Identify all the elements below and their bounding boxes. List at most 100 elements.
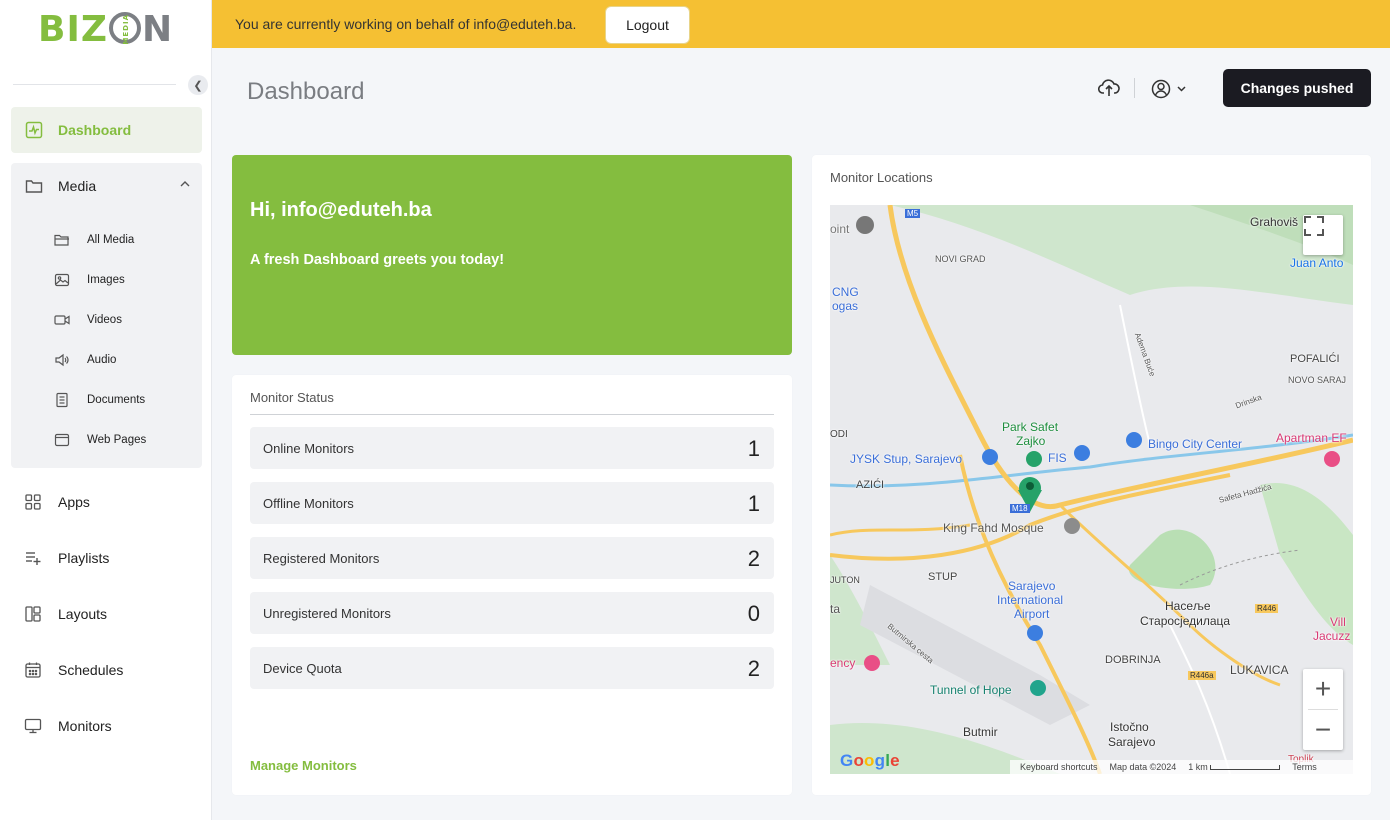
bizon-logo[interactable]: BIZ MEDIA N <box>38 9 173 50</box>
map-label: oint <box>830 222 850 236</box>
map-label: M5 <box>905 209 921 218</box>
zoom-out-button[interactable]: − <box>1303 710 1343 750</box>
sidebar-item-schedules[interactable]: Schedules <box>11 650 202 690</box>
sidebar-item-dashboard[interactable]: Dashboard <box>11 107 202 153</box>
map-label: CNG <box>832 285 859 299</box>
stat-label: Registered Monitors <box>263 550 380 566</box>
calendar-icon <box>25 662 41 678</box>
sidebar-item-label: Media <box>58 178 97 194</box>
sidebar-subitem-videos[interactable]: Videos <box>54 310 122 330</box>
card-divider <box>250 414 774 415</box>
map-label: Bingo City Center <box>1148 437 1243 451</box>
map-label: Jacuzz <box>1313 629 1351 643</box>
stat-value: 1 <box>747 436 760 461</box>
stat-value: 1 <box>747 491 760 516</box>
map-label: Apartman EF <box>1276 431 1347 445</box>
sidebar-item-label: Schedules <box>58 662 124 678</box>
impersonation-banner: You are currently working on behalf of i… <box>212 0 1390 48</box>
map-label: Park Safet <box>1002 420 1059 434</box>
map-label: DOBRINJA <box>1105 654 1161 666</box>
folder-open-icon <box>54 234 69 246</box>
sidebar-divider <box>13 84 176 85</box>
sidebar-subitem-web-pages[interactable]: Web Pages <box>54 430 146 450</box>
terms-link[interactable]: Terms <box>1292 762 1317 772</box>
zoom-controls: + − <box>1303 669 1343 750</box>
document-icon <box>56 392 68 408</box>
welcome-card: Hi, info@eduteh.ba A fresh Dashboard gre… <box>232 155 792 355</box>
image-icon <box>54 273 70 287</box>
layout-icon <box>25 606 41 622</box>
stat-value: 2 <box>747 656 760 681</box>
sidebar-subitem-images[interactable]: Images <box>54 270 125 290</box>
stat-online-monitors: Online Monitors 1 <box>250 427 774 469</box>
map-scale: 1 km <box>1188 762 1281 772</box>
card-title: Monitor Locations <box>830 170 933 185</box>
apps-grid-icon <box>25 494 41 510</box>
fullscreen-button[interactable] <box>1303 215 1343 255</box>
map-label: ODI <box>830 429 848 440</box>
user-menu-icon[interactable] <box>1151 78 1191 100</box>
cloud-upload-icon[interactable] <box>1098 77 1120 99</box>
map-label: R446a <box>1188 671 1216 680</box>
sidebar-subitem-label: Web Pages <box>87 434 147 446</box>
zoom-in-button[interactable]: + <box>1303 669 1343 709</box>
dashboard-icon <box>25 121 43 139</box>
stat-device-quota: Device Quota 2 <box>250 647 774 689</box>
map-label: King Fahd Mosque <box>943 521 1044 535</box>
playlist-add-icon <box>26 552 41 565</box>
map-label: Старосједилаца <box>1140 614 1231 628</box>
map-label: International <box>997 593 1064 607</box>
map-label: Sarajevo <box>1108 735 1156 749</box>
monitor-locations-card: Monitor Locations Grahoviš Juan Anto NOV… <box>812 155 1371 795</box>
keyboard-shortcuts-link[interactable]: Keyboard shortcuts <box>1020 762 1098 772</box>
header-divider <box>1134 78 1135 98</box>
changes-pushed-button[interactable]: Changes pushed <box>1223 69 1371 107</box>
map-label: ta <box>830 602 841 616</box>
monitor-icon <box>24 718 42 734</box>
map-data-attribution: Map data ©2024 <box>1109 762 1177 772</box>
chevron-up-icon <box>180 181 190 187</box>
sidebar-subitem-label: Documents <box>87 394 146 406</box>
welcome-title: Hi, info@eduteh.ba <box>250 199 432 221</box>
sidebar-item-apps[interactable]: Apps <box>11 482 202 522</box>
map-label: NOVO SARAJ <box>1288 375 1347 385</box>
map-label: Airport <box>1014 607 1050 621</box>
map-label: LUKAVICA <box>1230 663 1289 677</box>
sidebar-item-layouts[interactable]: Layouts <box>11 594 202 634</box>
map-background <box>830 205 1353 774</box>
monitor-status-card: Monitor Status Online Monitors 1 Offline … <box>232 375 792 795</box>
logo-o-mark: MEDIA <box>108 11 141 44</box>
locations-map[interactable]: Grahoviš Juan Anto NOVI GRAD CNG ogas oi… <box>830 205 1353 774</box>
map-label: FIS <box>1048 451 1067 465</box>
map-label: NOVI GRAD <box>935 254 986 264</box>
map-label: POFALIĆI <box>1290 353 1340 365</box>
map-label: Grahoviš <box>1250 215 1299 229</box>
card-title: Monitor Status <box>250 390 334 405</box>
logout-button[interactable]: Logout <box>605 6 690 44</box>
video-icon <box>54 315 70 325</box>
page-title: Dashboard <box>247 78 365 105</box>
speaker-icon <box>55 353 69 367</box>
stat-label: Offline Monitors <box>263 495 354 511</box>
sidebar-item-label: Apps <box>58 494 90 510</box>
map-label: Sarajevo <box>1008 579 1056 593</box>
map-label: ogas <box>832 299 859 313</box>
sidebar-subitem-audio[interactable]: Audio <box>54 350 116 370</box>
sidebar-item-monitors[interactable]: Monitors <box>11 706 202 746</box>
sidebar-item-media[interactable]: Media <box>11 163 202 209</box>
sidebar-subitem-label: Audio <box>87 354 117 366</box>
stat-label: Online Monitors <box>263 440 355 456</box>
stat-unregistered-monitors: Unregistered Monitors 0 <box>250 592 774 634</box>
collapse-sidebar-button[interactable]: ❮ <box>188 75 208 95</box>
sidebar-subitem-all-media[interactable]: All Media <box>54 230 134 250</box>
manage-monitors-link[interactable]: Manage Monitors <box>250 758 357 773</box>
map-label: Juan Anto <box>1290 256 1344 270</box>
stat-value: 2 <box>747 546 760 571</box>
sidebar-subitem-label: Videos <box>87 314 122 326</box>
sidebar-subitem-documents[interactable]: Documents <box>54 390 145 410</box>
sidebar-item-playlists[interactable]: Playlists <box>11 538 202 578</box>
map-label: STUP <box>928 571 958 583</box>
map-label: JYSK Stup, Sarajevo <box>850 452 963 466</box>
map-footer: Keyboard shortcuts Map data ©2024 1 km T… <box>1010 760 1353 774</box>
sidebar: BIZ MEDIA N ❮ Dashboard Media All Media Im… <box>0 0 212 820</box>
